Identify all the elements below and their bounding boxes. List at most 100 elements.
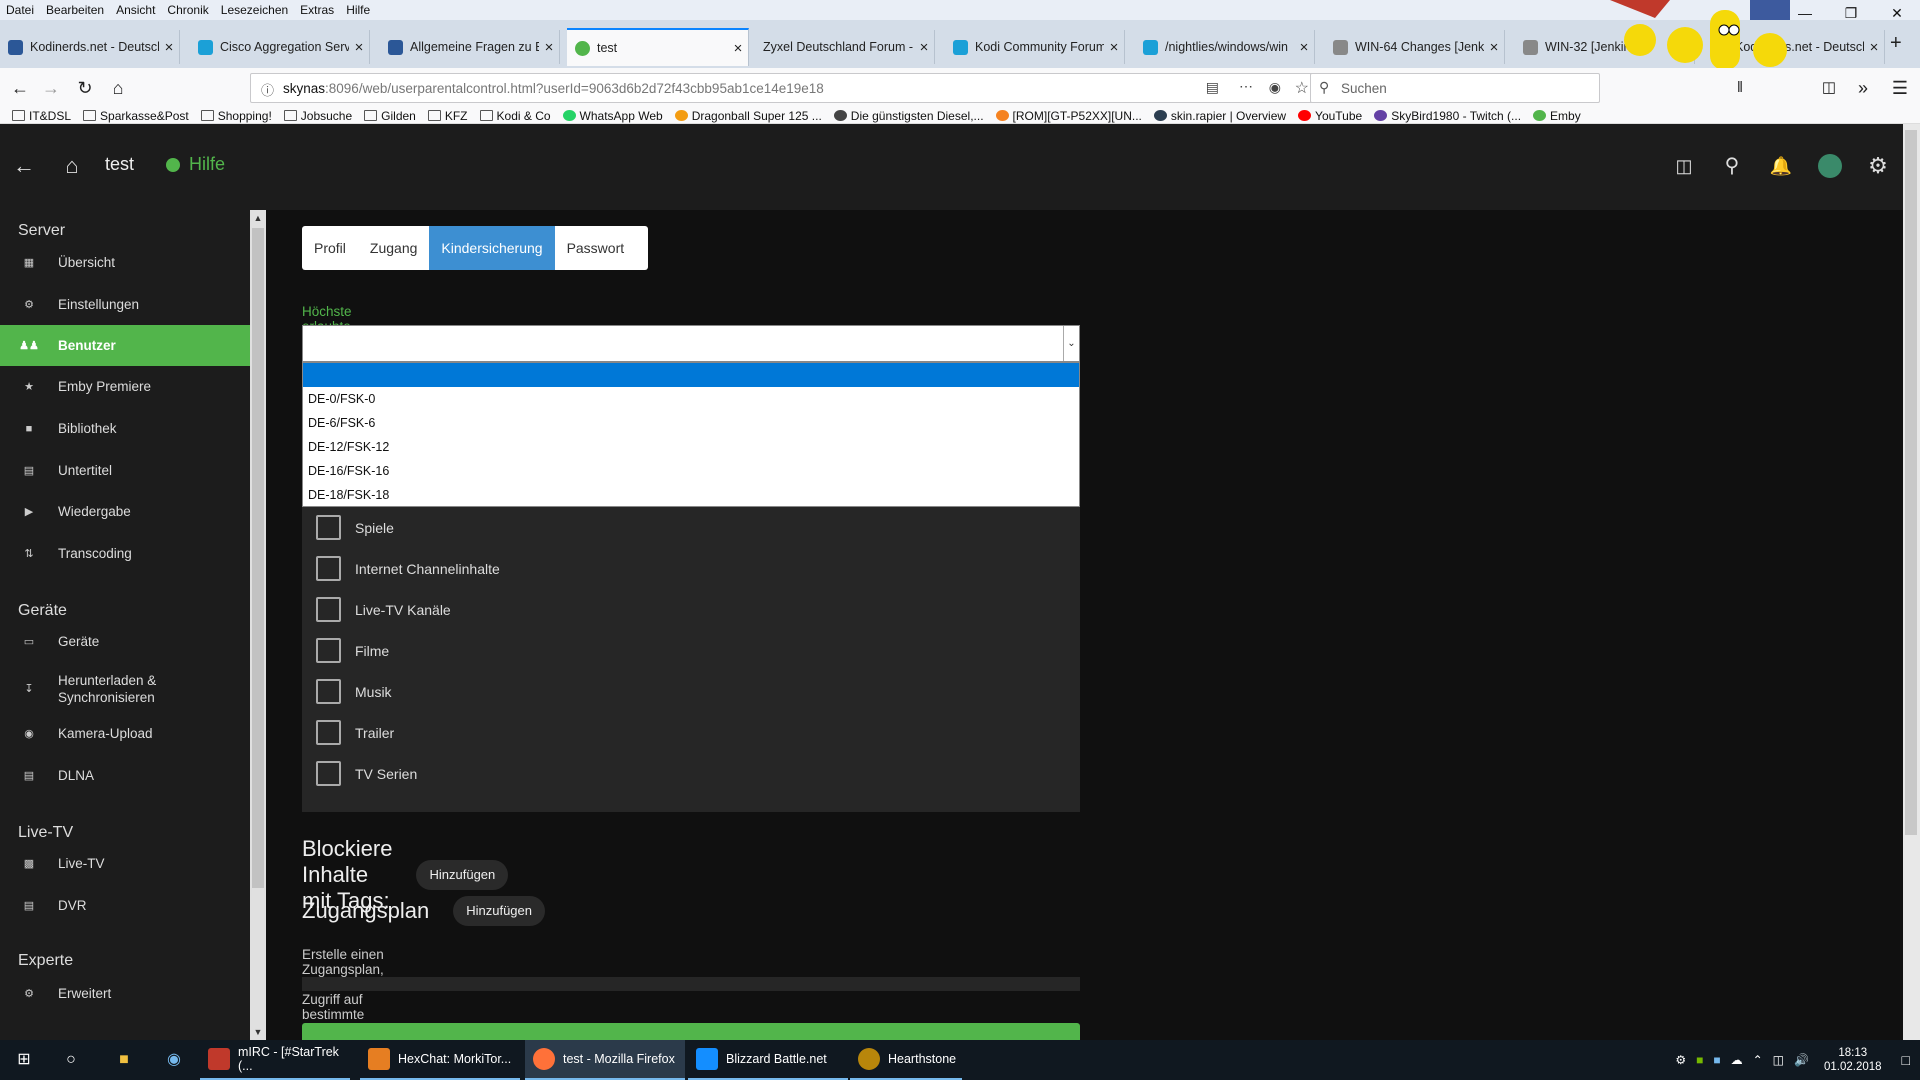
- rating-option[interactable]: DE-0/FSK-0: [303, 387, 1079, 411]
- pocket-icon[interactable]: ◉: [1269, 79, 1281, 96]
- checkbox[interactable]: [316, 679, 341, 704]
- home-icon[interactable]: ⌂: [58, 152, 86, 180]
- rating-option-empty[interactable]: [303, 363, 1079, 387]
- sidebar-item-live-tv[interactable]: ▩ Live-TV: [0, 843, 250, 884]
- windows-start-icon[interactable]: ⊞: [10, 1046, 38, 1074]
- bookmark-folder[interactable]: Gilden: [364, 109, 416, 123]
- bookmark-folder[interactable]: Sparkasse&Post: [83, 109, 189, 123]
- info-icon[interactable]: ⓘ: [261, 80, 274, 99]
- checkbox-row[interactable]: Filme: [316, 630, 389, 671]
- browser-tab[interactable]: Allgemeine Fragen zu E ×: [380, 30, 560, 64]
- bookmark-folder[interactable]: IT&DSL: [12, 109, 71, 123]
- home-icon[interactable]: ⌂: [105, 76, 131, 100]
- settings-gear-icon[interactable]: ⚙: [1864, 152, 1892, 180]
- sidebar-item-untertitel[interactable]: ▤ Untertitel: [0, 450, 250, 491]
- bookmark-link[interactable]: Dragonball Super 125 ...: [674, 109, 822, 123]
- taskbar-app-battlenet[interactable]: Blizzard Battle.net: [688, 1040, 848, 1080]
- checkbox[interactable]: [316, 597, 341, 622]
- clock[interactable]: 18:13 01.02.2018: [1824, 1046, 1882, 1074]
- menu-hilfe[interactable]: Hilfe: [340, 3, 376, 17]
- file-explorer-icon[interactable]: ■: [110, 1046, 138, 1074]
- sidebar-item-bibliothek[interactable]: ■ Bibliothek: [0, 408, 250, 449]
- bookmark-link[interactable]: Die günstigsten Diesel,...: [833, 109, 984, 123]
- checkbox-row[interactable]: Live-TV Kanäle: [316, 589, 451, 630]
- tab-zugang[interactable]: Zugang: [358, 226, 429, 270]
- bookmark-star-icon[interactable]: ☆: [1295, 78, 1309, 98]
- browser-tab[interactable]: Cisco Aggregation Servi ×: [190, 30, 370, 64]
- taskbar-app-mirc[interactable]: mIRC - [#StarTrek (...: [200, 1040, 350, 1080]
- chevron-up-icon[interactable]: ⌃: [1753, 1053, 1763, 1067]
- checkbox[interactable]: [316, 556, 341, 581]
- checkbox-row[interactable]: Trailer: [316, 712, 394, 753]
- sidebar-item-erweitert[interactable]: ⚙ Erweitert: [0, 973, 250, 1014]
- tab-close-icon[interactable]: ×: [728, 40, 748, 57]
- scroll-up-arrow-icon[interactable]: ▲: [250, 210, 266, 226]
- scrollbar-thumb[interactable]: [1905, 130, 1917, 835]
- menu-lesezeichen[interactable]: Lesezeichen: [215, 3, 294, 17]
- sidebar-item-geraete[interactable]: ▭ Geräte: [0, 621, 250, 662]
- checkbox-row[interactable]: Spiele: [316, 507, 394, 548]
- taskbar-app-hearthstone[interactable]: Hearthstone: [850, 1040, 962, 1080]
- tab-close-icon[interactable]: ×: [1484, 39, 1504, 56]
- rating-option[interactable]: DE-12/FSK-12: [303, 435, 1079, 459]
- url-bar[interactable]: ⓘ skynas:8096/web/userparentalcontrol.ht…: [250, 73, 1320, 103]
- menu-ansicht[interactable]: Ansicht: [110, 3, 161, 17]
- checkbox[interactable]: [316, 761, 341, 786]
- tab-close-icon[interactable]: ×: [1864, 39, 1884, 56]
- reload-icon[interactable]: ↻: [72, 76, 98, 100]
- tab-close-icon[interactable]: ×: [1104, 39, 1124, 56]
- browser-tab[interactable]: Zyxel Deutschland Forum - ×: [755, 30, 935, 64]
- chevron-down-icon[interactable]: ⌄: [1063, 326, 1079, 361]
- page-scrollbar[interactable]: [1903, 124, 1920, 1040]
- browser-tab[interactable]: Kodinerds.net - Deutsch ×: [0, 30, 180, 64]
- search-input[interactable]: ⚲ Suchen: [1310, 73, 1600, 103]
- tray-icon[interactable]: ■: [1713, 1053, 1720, 1067]
- tray-icon[interactable]: ⚙: [1675, 1053, 1686, 1067]
- user-avatar[interactable]: [1816, 152, 1844, 180]
- sidebar-item-dlna[interactable]: ▤ DLNA: [0, 755, 250, 796]
- notifications-bell-icon[interactable]: 🔔: [1767, 152, 1795, 180]
- browser-tab[interactable]: WIN-64 Changes [Jenkin ×: [1325, 30, 1505, 64]
- sidebar-item-dvr[interactable]: ▤ DVR: [0, 885, 250, 926]
- checkbox-row[interactable]: TV Serien: [316, 753, 417, 794]
- bookmark-link[interactable]: YouTube: [1298, 109, 1362, 123]
- taskbar-app-hexchat[interactable]: HexChat: MorkiTor...: [360, 1040, 520, 1080]
- volume-icon[interactable]: 🔊: [1794, 1053, 1809, 1067]
- bookmark-folder[interactable]: Shopping!: [200, 109, 272, 123]
- sidebar-item-kamera-upload[interactable]: ◉ Kamera-Upload: [0, 713, 250, 754]
- rating-option[interactable]: DE-16/FSK-16: [303, 459, 1079, 483]
- tab-kindersicherung[interactable]: Kindersicherung: [429, 226, 555, 270]
- new-tab-icon[interactable]: +: [1890, 32, 1902, 55]
- help-link[interactable]: Hilfe: [166, 154, 225, 175]
- checkbox[interactable]: [316, 720, 341, 745]
- nvidia-icon[interactable]: ■: [1696, 1053, 1703, 1067]
- bookmark-folder[interactable]: Kodi & Co: [479, 109, 551, 123]
- reader-view-icon[interactable]: ▤: [1206, 79, 1219, 96]
- action-center-icon[interactable]: □: [1902, 1052, 1910, 1068]
- scroll-down-arrow-icon[interactable]: ▼: [250, 1024, 266, 1040]
- cortana-icon[interactable]: ○: [57, 1046, 85, 1074]
- menu-chronik[interactable]: Chronik: [161, 3, 214, 17]
- browser-tab-active[interactable]: test ×: [567, 28, 749, 66]
- sidebar-toggle-icon[interactable]: ◫: [1816, 76, 1842, 100]
- bookmark-link[interactable]: Emby: [1533, 109, 1581, 123]
- page-actions-icon[interactable]: ⋯: [1239, 78, 1253, 95]
- add-schedule-button[interactable]: Hinzufügen: [453, 896, 545, 926]
- sidebar-item-wiedergabe[interactable]: ▶ Wiedergabe: [0, 491, 250, 532]
- checkbox[interactable]: [316, 515, 341, 540]
- tab-close-icon[interactable]: ×: [1294, 39, 1314, 56]
- browser-tab[interactable]: Kodi Community Forum ×: [945, 30, 1125, 64]
- bookmark-folder[interactable]: KFZ: [427, 109, 468, 123]
- bookmark-link[interactable]: WhatsApp Web: [562, 109, 663, 123]
- bookmark-link[interactable]: skin.rapier | Overview: [1153, 109, 1286, 123]
- checkbox[interactable]: [316, 638, 341, 663]
- bookmark-folder[interactable]: Jobsuche: [283, 109, 352, 123]
- search-icon[interactable]: ⚲: [1718, 152, 1746, 180]
- tab-passwort[interactable]: Passwort: [555, 226, 637, 270]
- tab-close-icon[interactable]: ×: [539, 39, 559, 56]
- back-icon[interactable]: ←: [7, 76, 33, 100]
- forward-icon[interactable]: →: [38, 76, 64, 100]
- checkbox-row[interactable]: Musik: [316, 671, 392, 712]
- sidebar-item-benutzer[interactable]: ♟♟ Benutzer: [0, 325, 250, 366]
- rating-option[interactable]: DE-18/FSK-18: [303, 483, 1079, 507]
